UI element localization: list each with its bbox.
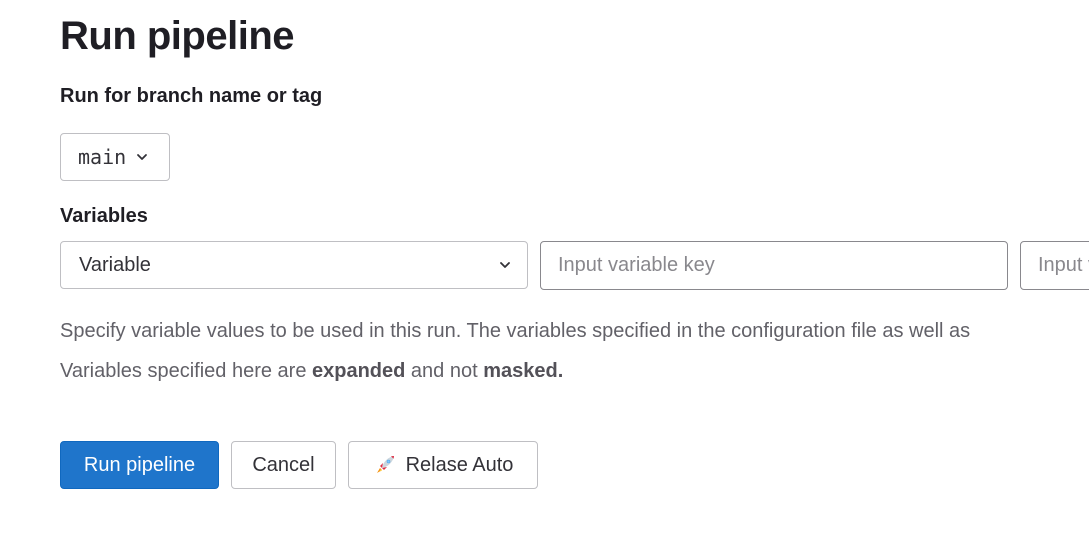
variable-type-select[interactable]: Variable	[60, 241, 528, 289]
help-note-masked: masked.	[483, 360, 564, 382]
variables-help-text: Specify variable values to be used in th…	[60, 320, 971, 342]
rocket-icon	[373, 453, 397, 477]
help-note-middle: and not	[405, 360, 484, 382]
branch-label: Run for branch name or tag	[60, 85, 323, 107]
variables-label: Variables	[60, 205, 148, 227]
release-auto-label: Relase Auto	[405, 453, 514, 476]
run-pipeline-page: Run pipeline Run for branch name or tag …	[0, 0, 1089, 559]
page-title: Run pipeline	[60, 14, 295, 58]
release-auto-button[interactable]: Relase Auto	[348, 441, 538, 489]
chevron-down-icon	[497, 257, 513, 273]
branch-dropdown-value: main	[78, 145, 127, 169]
branch-dropdown[interactable]: main	[60, 133, 170, 181]
help-note-expanded: expanded	[312, 360, 406, 382]
variables-help-note: Variables specified here are expanded an…	[60, 360, 563, 383]
variable-type-value: Variable	[79, 253, 151, 276]
variable-key-input[interactable]	[540, 241, 1008, 290]
cancel-button[interactable]: Cancel	[231, 441, 336, 489]
help-note-prefix: Variables specified here are	[60, 360, 312, 382]
run-pipeline-button[interactable]: Run pipeline	[60, 441, 219, 489]
chevron-down-icon	[134, 149, 150, 165]
variable-value-input[interactable]	[1020, 241, 1089, 290]
